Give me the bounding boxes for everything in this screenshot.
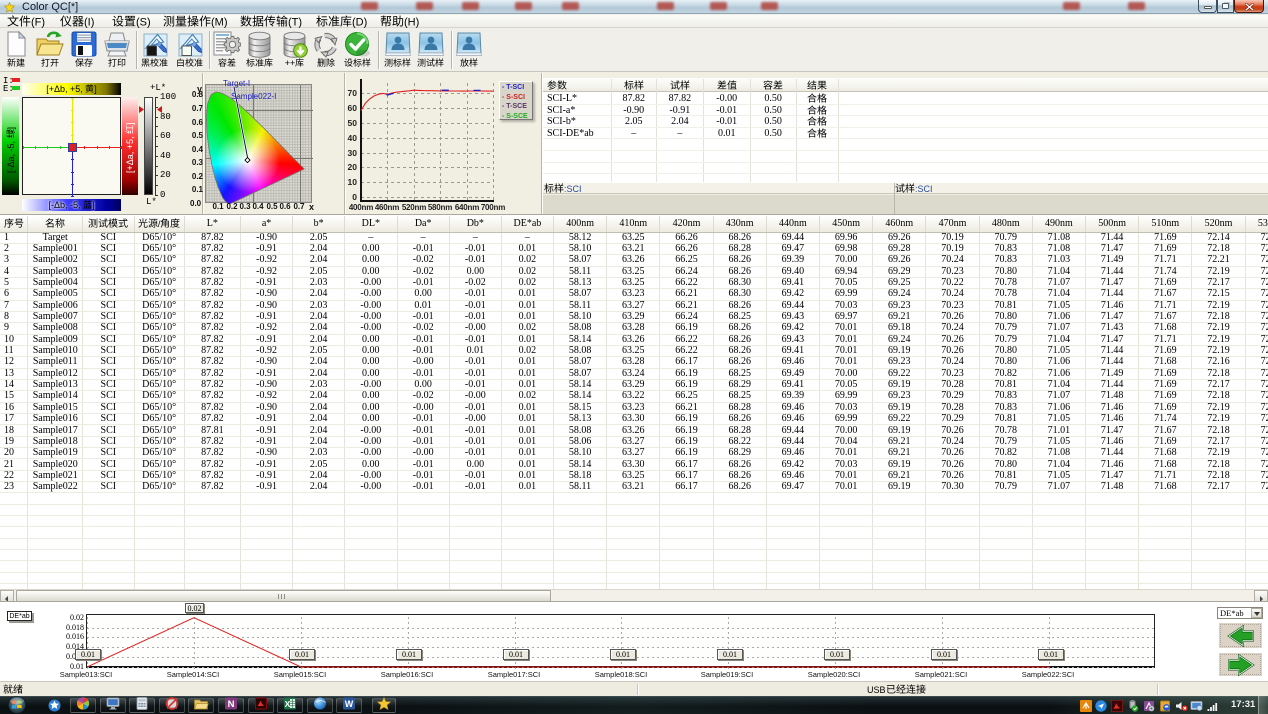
svg-text:W: W (345, 699, 354, 709)
svg-text:N: N (228, 699, 235, 710)
svg-text:X: X (285, 699, 291, 709)
